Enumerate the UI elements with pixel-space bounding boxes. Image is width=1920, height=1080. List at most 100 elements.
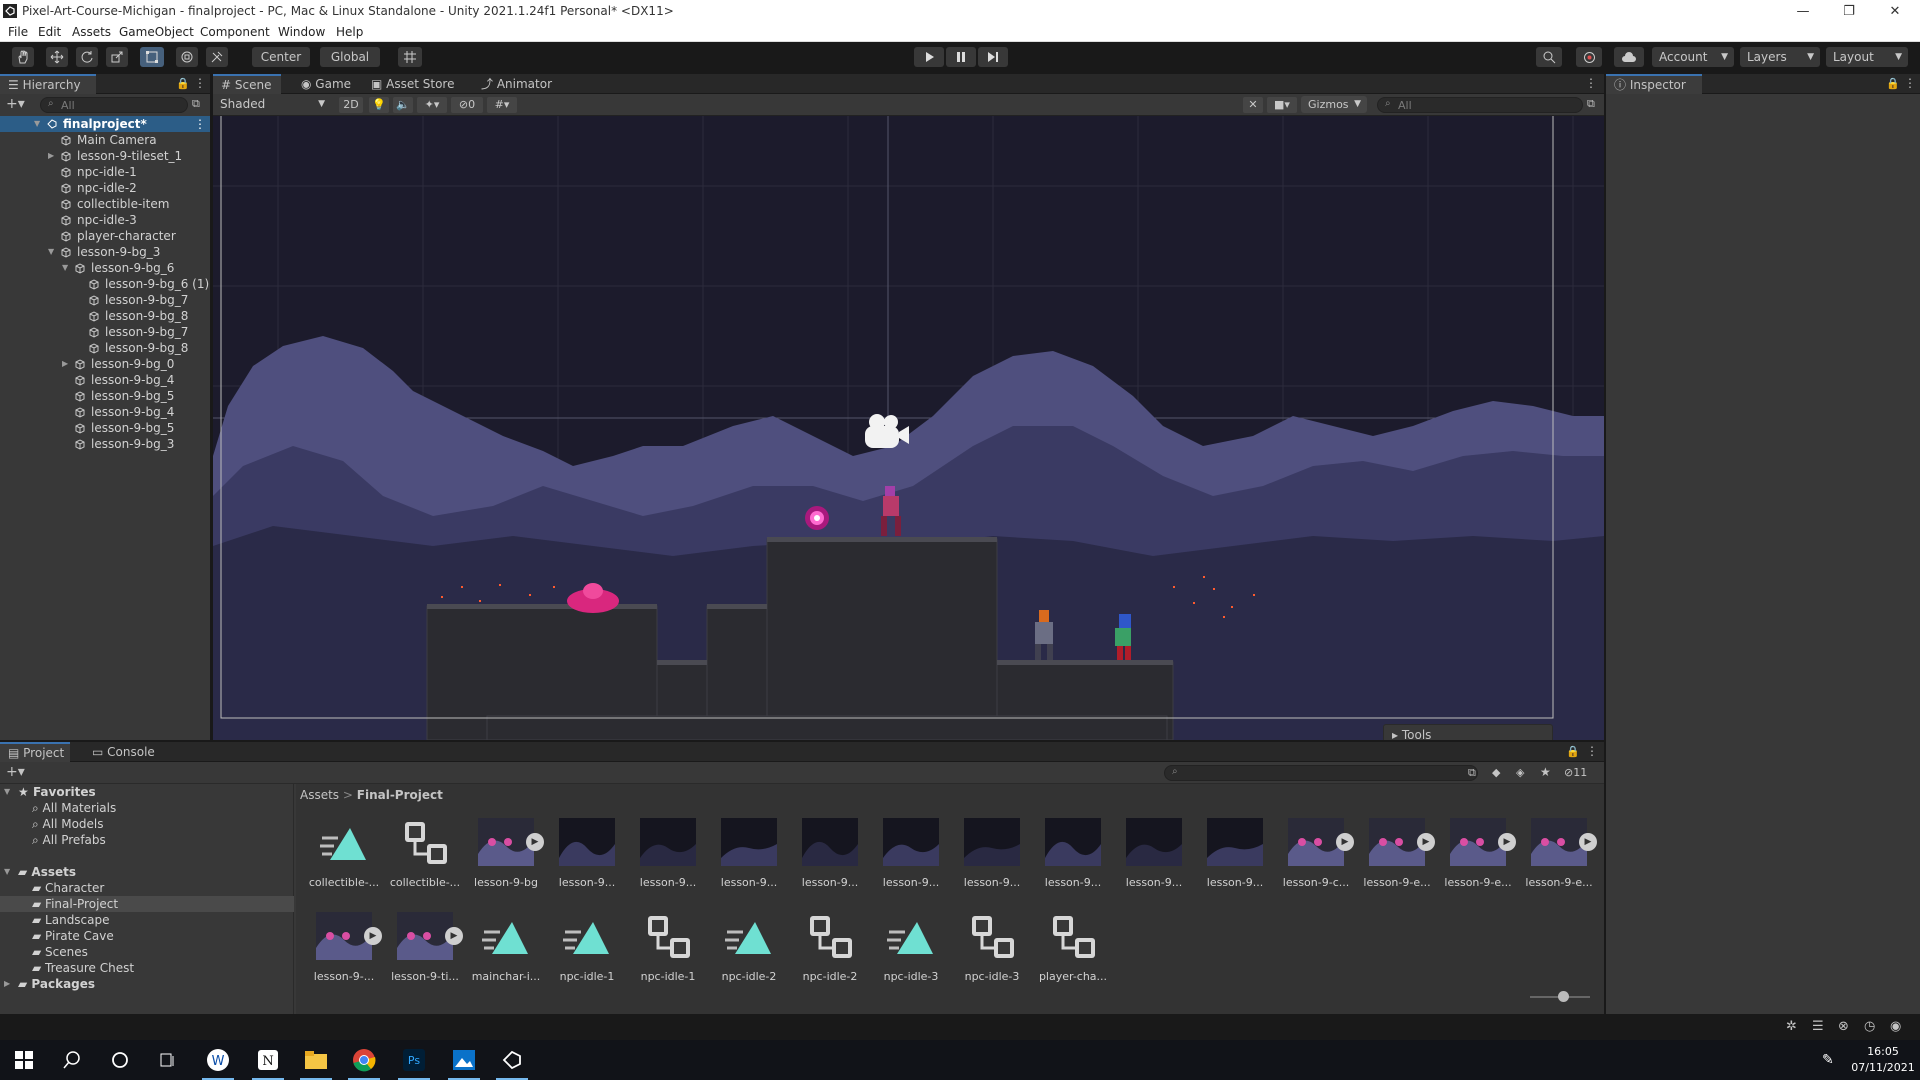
hierarchy-item[interactable]: npc-idle-1 [60, 164, 137, 180]
asset-item[interactable]: npc-idle-1 [628, 908, 708, 996]
asset-item[interactable]: npc-idle-2 [709, 908, 789, 996]
hierarchy-item[interactable]: lesson-9-bg_5 [74, 420, 174, 436]
hierarchy-item[interactable]: lesson-9-bg_6 (1) [88, 276, 209, 292]
packages-header[interactable]: ▶ ▰ Packages [0, 976, 294, 992]
asset-item[interactable]: mainchar-i... [466, 908, 546, 996]
camera-dropdown-icon[interactable]: ■▾ [1267, 97, 1297, 113]
hierarchy-item[interactable]: ▼ lesson-9-bg_6 [62, 260, 174, 276]
lock-icon[interactable]: 🔒 [1566, 745, 1580, 758]
restore-button[interactable]: ❐ [1826, 0, 1872, 22]
expand-sprites-icon[interactable]: ▶ [1336, 833, 1354, 851]
hierarchy-item[interactable]: lesson-9-bg_7 [88, 324, 188, 340]
cortana-icon[interactable] [96, 1040, 144, 1080]
search-button[interactable] [1536, 47, 1562, 67]
asset-item[interactable]: ▶ lesson-9-c... [1276, 814, 1356, 902]
create-asset-button[interactable]: +▾ [6, 764, 25, 780]
hierarchy-item[interactable]: lesson-9-bg_3 [74, 436, 174, 452]
filter-icon[interactable]: ⧉ [1587, 97, 1595, 111]
favorites-item[interactable]: ⌕ All Prefabs [0, 832, 294, 848]
asset-item[interactable]: ▶ lesson-9-e... [1519, 814, 1599, 902]
settings-status-icon[interactable]: ◉ [1890, 1019, 1901, 1034]
asset-item[interactable]: lesson-9... [871, 814, 951, 902]
tools-overlay[interactable]: ▸ Tools [1383, 724, 1553, 740]
hierarchy-item[interactable]: ▼ lesson-9-bg_3 [48, 244, 160, 260]
rect-tool-icon[interactable] [140, 47, 164, 67]
tab-asset-store[interactable]: ▣ Asset Store [363, 74, 463, 94]
tab-scene[interactable]: # Scene [213, 74, 281, 94]
asset-item[interactable]: npc-idle-2 [790, 908, 870, 996]
shading-dropdown[interactable]: Shaded ▼ [213, 94, 331, 115]
asset-item[interactable]: lesson-9... [547, 814, 627, 902]
scene-root[interactable]: ▼ finalproject* ⋮ [0, 116, 210, 132]
asset-item[interactable]: lesson-9... [628, 814, 708, 902]
network-icon[interactable]: ⊗ [1838, 1019, 1849, 1034]
bug-icon[interactable]: ✲ [1786, 1019, 1797, 1034]
asset-item[interactable]: npc-idle-3 [952, 908, 1032, 996]
expand-sprites-icon[interactable]: ▶ [1579, 833, 1597, 851]
layout-dropdown[interactable]: Layout ▼ [1826, 47, 1908, 67]
asset-item[interactable]: collectible-... [385, 814, 465, 902]
expand-sprites-icon[interactable]: ▶ [1417, 833, 1435, 851]
asset-item[interactable]: ▶ lesson-9-e... [1357, 814, 1437, 902]
gizmos-dropdown[interactable]: Gizmos ▼ [1301, 96, 1367, 113]
rotate-tool-icon[interactable] [76, 47, 98, 67]
project-search-input[interactable]: ⌕ [1164, 765, 1478, 781]
assets-header[interactable]: ▼ ▰ Assets [0, 864, 294, 880]
audio-toggle-icon[interactable]: 🔈 [393, 97, 413, 113]
transform-tool-icon[interactable] [176, 47, 198, 67]
chrome-icon[interactable] [340, 1040, 388, 1080]
hierarchy-item[interactable]: ▶ lesson-9-tileset_1 [48, 148, 182, 164]
slider-handle[interactable] [1558, 991, 1569, 1002]
space-global-toggle[interactable]: Global [320, 47, 380, 67]
collectible-item-sprite[interactable] [805, 506, 829, 530]
unity-app-icon[interactable] [488, 1040, 536, 1080]
grid-snap-icon[interactable] [398, 47, 422, 67]
breadcrumb-final-project[interactable]: Final-Project [357, 788, 443, 802]
hierarchy-item[interactable]: npc-idle-3 [60, 212, 137, 228]
tab-console[interactable]: ▭ Console [84, 742, 163, 762]
tab-game[interactable]: ◉ Game [293, 74, 359, 94]
expand-sprites-icon[interactable]: ▶ [1498, 833, 1516, 851]
favorite-star-icon[interactable]: ★ [1540, 765, 1551, 779]
hierarchy-item[interactable]: ▶ lesson-9-bg_0 [62, 356, 174, 372]
fold-open-icon[interactable]: ▼ [48, 244, 54, 260]
hierarchy-item[interactable]: player-character [60, 228, 176, 244]
lighting-toggle-icon[interactable]: 💡 [369, 97, 389, 113]
fold-open-icon[interactable]: ▼ [34, 116, 40, 132]
filter-icon[interactable]: ⧉ [192, 97, 200, 111]
asset-item[interactable]: npc-idle-3 [871, 908, 951, 996]
custom-tool-icon[interactable] [206, 47, 228, 67]
menu-gameobject[interactable]: GameObject [119, 25, 194, 39]
asset-item[interactable]: ▶ lesson-9-bg [466, 814, 546, 902]
fold-open-icon[interactable]: ▼ [62, 260, 68, 276]
asset-item[interactable]: player-cha... [1033, 908, 1113, 996]
hierarchy-item[interactable]: Main Camera [60, 132, 157, 148]
pivot-center-toggle[interactable]: Center [252, 47, 310, 67]
close-button[interactable]: ✕ [1872, 0, 1918, 22]
filter-by-label-icon[interactable]: ◈ [1516, 766, 1524, 779]
asset-item[interactable]: ▶ lesson-9-... [304, 908, 384, 996]
hierarchy-search-input[interactable]: ⌕ All [40, 97, 188, 113]
hierarchy-item[interactable]: lesson-9-bg_8 [88, 308, 188, 324]
scene-viewport[interactable]: ▸ Tools [213, 116, 1604, 740]
asset-folder-item[interactable]: ▰ Treasure Chest [0, 960, 294, 976]
hierarchy-item[interactable]: collectible-item [60, 196, 169, 212]
notion-app-icon[interactable]: N [244, 1040, 292, 1080]
collab-button[interactable] [1576, 47, 1602, 67]
hierarchy-item[interactable]: npc-idle-2 [60, 180, 137, 196]
asset-folder-item[interactable]: ▰ Character [0, 880, 294, 896]
move-tool-icon[interactable] [46, 47, 68, 67]
step-button[interactable] [978, 47, 1008, 67]
add-object-button[interactable]: +▾ [6, 96, 25, 112]
cloud-button[interactable] [1614, 47, 1644, 67]
file-explorer-icon[interactable] [292, 1040, 340, 1080]
pause-button[interactable] [946, 47, 976, 67]
photoshop-icon[interactable]: Ps [390, 1040, 438, 1080]
hidden-objects-toggle[interactable]: ⊘0 [451, 97, 483, 113]
hierarchy-item[interactable]: lesson-9-bg_7 [88, 292, 188, 308]
menu-help[interactable]: Help [336, 25, 363, 39]
favorites-item[interactable]: ⌕ All Materials [0, 800, 294, 816]
asset-item[interactable]: collectible-... [304, 814, 384, 902]
asset-folder-item[interactable]: ▰ Pirate Cave [0, 928, 294, 944]
filter-icon[interactable]: ⧉ [1468, 766, 1476, 780]
